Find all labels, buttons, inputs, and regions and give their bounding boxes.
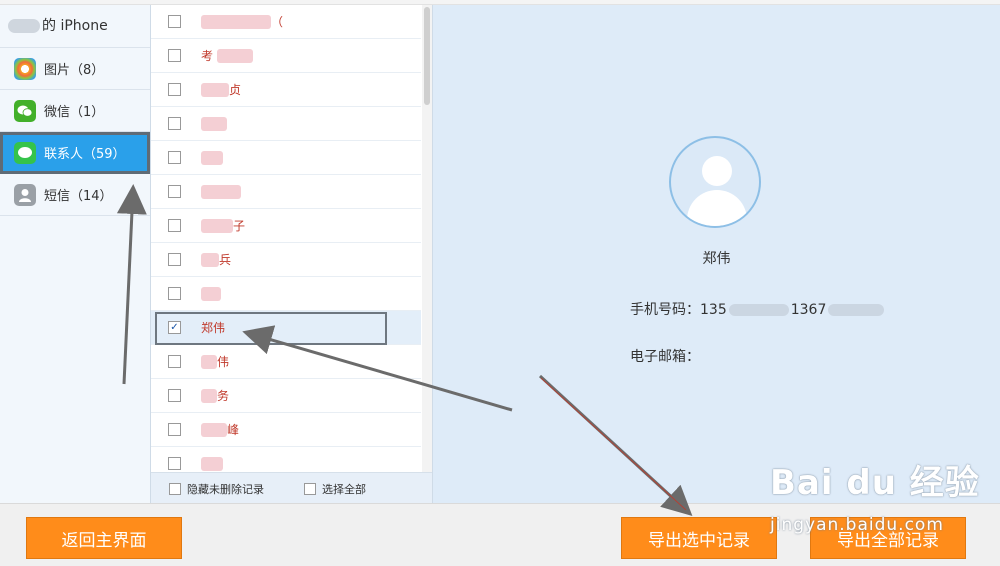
hide-deleted-label: 隐藏未删除记录 [187, 482, 264, 496]
blurred-name [201, 286, 221, 301]
row-checkbox[interactable] [168, 151, 181, 164]
sidebar-item-label: 图片（8） [44, 63, 105, 78]
list-scrollbar[interactable] [422, 5, 432, 472]
row-checkbox-checked[interactable]: ✓ [168, 321, 181, 334]
sidebar-item-label: 短信（14） [44, 189, 113, 204]
row-checkbox[interactable] [168, 423, 181, 436]
contact-name: 伟 [217, 355, 230, 369]
list-item[interactable] [151, 277, 421, 311]
row-checkbox[interactable] [168, 15, 181, 28]
select-all-checkbox[interactable] [304, 482, 316, 495]
row-checkbox[interactable] [168, 219, 181, 232]
email-label: 电子邮箱： [630, 349, 700, 365]
sidebar-item-photos[interactable]: 图片（8） [0, 48, 150, 90]
avatar [669, 136, 761, 228]
blurred-name [201, 354, 217, 369]
row-checkbox[interactable] [168, 389, 181, 402]
wechat-icon [14, 99, 36, 122]
back-to-home-button[interactable]: 返回主界面 [26, 517, 182, 559]
blurred-name [201, 82, 229, 97]
list-footer: 隐藏未删除记录 选择全部 [151, 472, 432, 504]
blurred-name [201, 388, 217, 403]
select-all-label: 选择全部 [322, 482, 366, 496]
contact-name: 子 [233, 219, 246, 233]
list-item[interactable] [151, 175, 421, 209]
avatar-shoulders [687, 190, 747, 226]
app-window: 的 iPhone 图片（8） 微信（1） 联系人（59） 短信（14） （ 考 … [0, 0, 1000, 566]
blurred-name [201, 252, 219, 267]
email-field: 电子邮箱： [630, 346, 700, 366]
contact-name: 务 [217, 389, 230, 403]
contact-name: 贞 [229, 83, 242, 97]
phone-label: 手机号码： [630, 302, 700, 318]
contact-name: 考 [201, 49, 214, 63]
blurred-name [201, 116, 227, 131]
row-checkbox[interactable] [168, 49, 181, 62]
phone-part2: 1367 [790, 302, 827, 318]
blurred-name [201, 184, 241, 199]
list-item-selected[interactable]: ✓ 郑伟 [151, 311, 421, 345]
list-item[interactable]: 峰 [151, 413, 421, 447]
sidebar-item-label: 微信（1） [44, 105, 105, 120]
row-checkbox[interactable] [168, 253, 181, 266]
phone-part1: 135 [700, 302, 727, 318]
blurred-phone-digits [728, 304, 789, 316]
sms-person-icon [14, 183, 36, 206]
scrollbar-thumb[interactable] [424, 7, 430, 105]
list-item[interactable] [151, 141, 421, 175]
row-checkbox[interactable] [168, 185, 181, 198]
contact-name: 郑伟 [201, 321, 226, 335]
phone-field: 手机号码：135 1367 [630, 299, 886, 319]
list-item[interactable]: 伟 [151, 345, 421, 379]
contact-rows: （ 考 贞 子 兵 ✓ 郑伟 伟 务 峰 [151, 5, 421, 472]
avatar-head [702, 156, 732, 186]
contact-list: （ 考 贞 子 兵 ✓ 郑伟 伟 务 峰 隐藏未删除记录 选择全部 [151, 5, 433, 504]
select-all-option[interactable]: 选择全部 [304, 481, 366, 497]
hide-deleted-checkbox[interactable] [169, 482, 181, 495]
sidebar-item-contacts[interactable]: 联系人（59） [0, 132, 150, 174]
device-label: 的 iPhone [42, 18, 108, 34]
list-item[interactable]: （ [151, 5, 421, 39]
blurred-name [217, 48, 254, 63]
row-checkbox[interactable] [168, 117, 181, 130]
contacts-message-icon [14, 141, 36, 164]
list-item[interactable]: 考 [151, 39, 421, 73]
list-item[interactable]: 务 [151, 379, 421, 413]
list-item[interactable]: 子 [151, 209, 421, 243]
list-item[interactable] [151, 107, 421, 141]
list-item[interactable]: 兵 [151, 243, 421, 277]
blurred-name [201, 150, 223, 165]
export-all-button[interactable]: 导出全部记录 [810, 517, 966, 559]
export-selected-button[interactable]: 导出选中记录 [621, 517, 777, 559]
bottom-toolbar: 返回主界面 导出选中记录 导出全部记录 [0, 503, 1000, 566]
photos-icon [14, 57, 36, 80]
sidebar-item-sms[interactable]: 短信（14） [0, 174, 150, 216]
blurred-name [201, 14, 271, 29]
sidebar-item-label: 联系人（59） [44, 147, 126, 162]
blurred-name [201, 218, 233, 233]
list-item[interactable]: 贞 [151, 73, 421, 107]
contact-detail-pane: 郑伟 手机号码：135 1367 电子邮箱： [433, 5, 1000, 503]
blurred-name [201, 422, 227, 437]
contact-name: 峰 [227, 423, 240, 437]
device-name: 的 iPhone [0, 5, 150, 48]
blurred-owner-name [8, 19, 40, 33]
row-checkbox[interactable] [168, 287, 181, 300]
hide-deleted-option[interactable]: 隐藏未删除记录 [169, 481, 264, 497]
sidebar-item-wechat[interactable]: 微信（1） [0, 90, 150, 132]
blurred-phone-digits [828, 304, 885, 316]
list-item[interactable] [151, 447, 421, 472]
row-checkbox[interactable] [168, 83, 181, 96]
sidebar: 的 iPhone 图片（8） 微信（1） 联系人（59） 短信（14） [0, 5, 151, 503]
contact-name: （ [271, 15, 284, 29]
contact-detail-name: 郑伟 [702, 251, 731, 267]
row-checkbox[interactable] [168, 457, 181, 470]
blurred-name [201, 456, 223, 471]
contact-name: 兵 [219, 253, 232, 267]
row-checkbox[interactable] [168, 355, 181, 368]
